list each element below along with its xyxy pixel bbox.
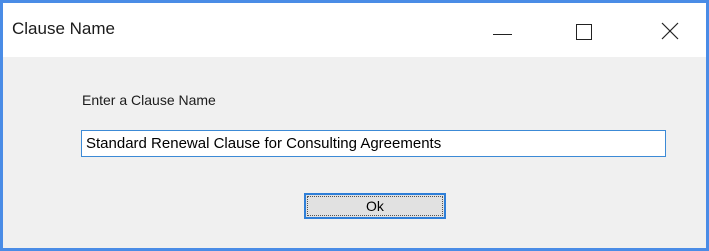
minimize-icon — [493, 34, 512, 35]
clause-name-label: Enter a Clause Name — [82, 92, 216, 108]
title-bar[interactable]: Clause Name — [3, 3, 706, 57]
dialog-window: Clause Name Enter a Clause Name Ok — [0, 0, 709, 251]
maximize-icon — [576, 24, 592, 40]
clause-name-input[interactable] — [81, 130, 666, 157]
ok-button[interactable]: Ok — [304, 193, 446, 219]
minimize-button[interactable] — [460, 3, 546, 57]
dialog-body: Enter a Clause Name Ok — [3, 57, 706, 248]
focus-rectangle — [307, 196, 443, 216]
close-button[interactable] — [620, 3, 706, 57]
close-icon — [661, 22, 679, 40]
window-title: Clause Name — [12, 19, 115, 38]
